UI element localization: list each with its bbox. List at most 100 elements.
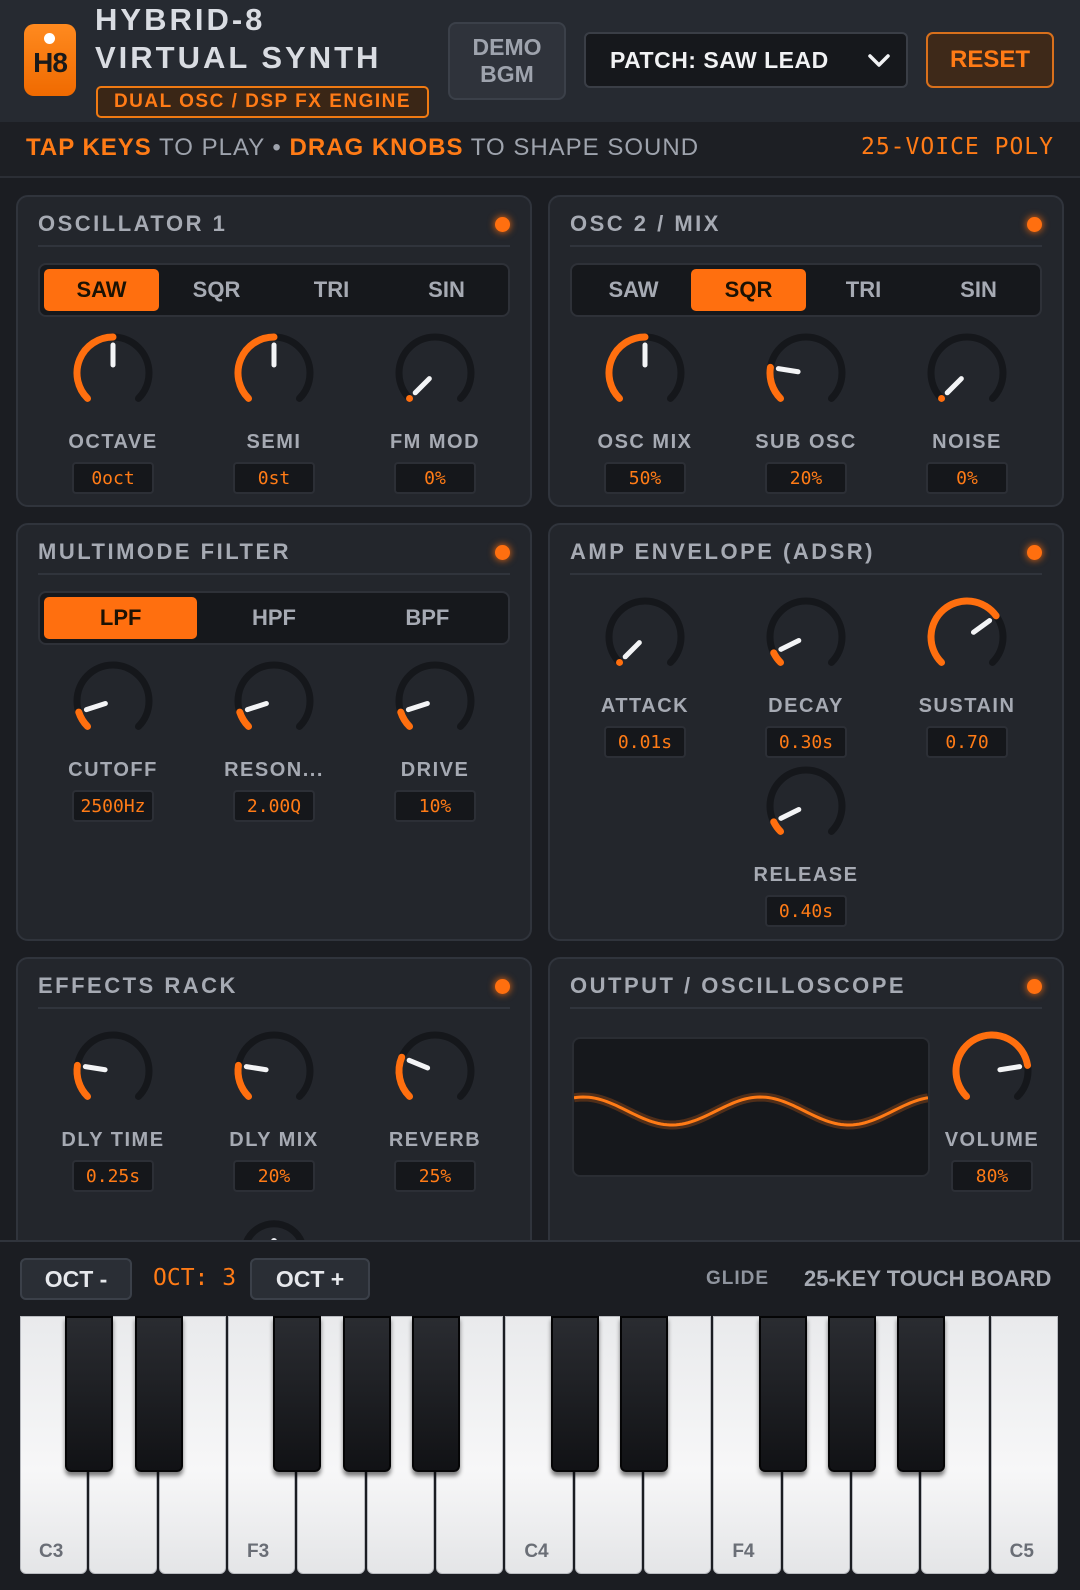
knob-value-arc — [616, 658, 624, 666]
decay-knob[interactable]: DECAY 0.30s — [741, 589, 871, 758]
black-key-c-sharp4[interactable] — [550, 1316, 599, 1472]
black-key-f-sharp3[interactable] — [273, 1316, 322, 1472]
knob-track — [927, 333, 1007, 402]
black-key-c-sharp3[interactable] — [65, 1316, 114, 1472]
knob-pointer — [405, 700, 430, 713]
attack-knob[interactable]: ATTACK 0.01s — [580, 589, 710, 758]
reset-button[interactable]: RESET — [926, 32, 1054, 88]
knob-track — [395, 661, 475, 730]
knob-track — [395, 1031, 475, 1100]
knob-label: RESON... — [224, 759, 324, 781]
knob-label: REVERB — [388, 1129, 482, 1151]
oscilloscope-display — [572, 1037, 930, 1177]
knob-label: DRIVE — [400, 759, 470, 781]
fm-mod-knob[interactable]: FM MOD 0% — [370, 325, 500, 494]
knob-pointer — [244, 700, 269, 713]
knob-pointer — [775, 366, 801, 375]
instructions-drag: DRAG KNOBS — [289, 134, 464, 161]
release-knob[interactable]: RELEASE 0.40s — [741, 758, 871, 927]
panel-title: OSCILLATOR 1 — [38, 211, 228, 236]
knob-value-arc — [770, 649, 785, 666]
panel-title: OUTPUT / OSCILLOSCOPE — [570, 973, 907, 998]
osc1-wave-sin[interactable]: SIN — [389, 269, 504, 311]
noise-knob[interactable]: NOISE 0% — [902, 325, 1032, 494]
filter-mode-hpf[interactable]: HPF — [197, 597, 350, 639]
knob-track — [395, 333, 475, 402]
knob-dial — [395, 333, 475, 402]
instructions-tap: TAP KEYS — [26, 134, 152, 161]
delay-mix-knob[interactable]: DLY MIX 20% — [209, 1023, 339, 1192]
osc1-wave-saw[interactable]: SAW — [44, 269, 159, 311]
knob-label: OSC MIX — [597, 431, 693, 453]
app-title-line1: HYBRID-8 — [95, 2, 266, 37]
knob-dial — [73, 1031, 153, 1100]
status-led-icon — [1027, 217, 1042, 232]
chevron-down-icon — [868, 54, 890, 67]
white-key-c5[interactable]: C5 — [990, 1316, 1058, 1574]
osc2-wave-sqr[interactable]: SQR — [691, 269, 806, 311]
knob-dial — [234, 1031, 314, 1100]
knob-pointer — [778, 807, 802, 821]
knob-value-readout: 0.40s — [765, 895, 847, 927]
glide-toggle[interactable]: GLIDE — [706, 1268, 769, 1290]
knob-track — [73, 661, 153, 730]
resonance-knob[interactable]: RESON... 2.00Q — [209, 653, 339, 822]
delay-time-knob[interactable]: DLY TIME 0.25s — [48, 1023, 178, 1192]
black-key-a-sharp4[interactable] — [897, 1316, 946, 1472]
knob-label: DLY TIME — [61, 1129, 165, 1151]
black-key-g-sharp4[interactable] — [828, 1316, 876, 1472]
knob-value-readout: 0% — [394, 462, 476, 494]
osc2-wave-saw[interactable]: SAW — [576, 269, 691, 311]
divider — [570, 245, 1042, 247]
knob-value-readout: 50% — [604, 462, 686, 494]
knob-dial — [605, 333, 685, 402]
knob-value-arc — [406, 394, 414, 402]
osc-mix-knob[interactable]: OSC MIX 50% — [580, 325, 710, 494]
knob-pointer — [778, 638, 802, 652]
black-key-d-sharp3[interactable] — [134, 1316, 183, 1472]
knob-dial — [395, 1031, 475, 1100]
knob-value-readout: 0.70 — [926, 726, 1008, 758]
sub-osc-knob[interactable]: SUB OSC 20% — [741, 325, 871, 494]
knob-value-readout: 10% — [394, 790, 476, 822]
osc1-wave-sqr[interactable]: SQR — [159, 269, 274, 311]
knob-value-readout: 0st — [233, 462, 315, 494]
black-key-d-sharp4[interactable] — [620, 1316, 668, 1472]
black-key-a-sharp3[interactable] — [412, 1316, 460, 1472]
octave-knob[interactable]: OCTAVE 0oct — [48, 325, 178, 494]
knob-value-arc — [397, 708, 414, 730]
sustain-knob[interactable]: SUSTAIN 0.70 — [902, 589, 1032, 758]
octave-up-button[interactable]: OCT + — [250, 1258, 370, 1300]
panel-title: EFFECTS RACK — [38, 973, 238, 998]
osc2-wave-tri[interactable]: TRI — [806, 269, 921, 311]
demo-bgm-button[interactable]: DEMO BGM — [448, 22, 566, 100]
knob-value-readout: 0oct — [72, 462, 154, 494]
multimode-filter-panel: MULTIMODE FILTER LPF HPF BPF CUTOFF 2500H… — [16, 523, 532, 941]
knob-value-readout: 80% — [951, 1160, 1033, 1192]
drive-knob[interactable]: DRIVE 10% — [370, 653, 500, 822]
knob-pointer — [83, 700, 108, 713]
filter-mode-lpf[interactable]: LPF — [44, 597, 198, 639]
black-key-g-sharp3[interactable] — [342, 1316, 391, 1472]
knob-value-readout: 25% — [394, 1160, 476, 1192]
knob-value-arc — [234, 1061, 253, 1100]
octave-down-button[interactable]: OCT - — [20, 1258, 132, 1300]
semi-knob[interactable]: SEMI 0st — [209, 325, 339, 494]
filter-mode-bpf[interactable]: BPF — [351, 597, 504, 639]
knob-value-readout: 20% — [233, 1160, 315, 1192]
cutoff-knob[interactable]: CUTOFF 2500Hz — [48, 653, 178, 822]
divider — [570, 1007, 1042, 1009]
knob-dial — [234, 661, 314, 730]
knob-dial — [395, 661, 475, 730]
reverb-knob[interactable]: REVERB 25% — [370, 1023, 500, 1192]
osc1-wave-tri[interactable]: TRI — [274, 269, 389, 311]
knob-track — [766, 597, 846, 666]
osc2-wave-sin[interactable]: SIN — [921, 269, 1036, 311]
volume-knob[interactable]: VOLUME 80% — [927, 1023, 1057, 1192]
knob-label: NOISE — [932, 431, 1002, 453]
knob-value-readout: 0.30s — [765, 726, 847, 758]
knob-dial — [927, 597, 1007, 666]
knob-value-readout: 2.00Q — [233, 790, 315, 822]
patch-select[interactable]: PATCH: SAW LEAD — [584, 32, 908, 88]
black-key-f-sharp4[interactable] — [758, 1316, 807, 1472]
